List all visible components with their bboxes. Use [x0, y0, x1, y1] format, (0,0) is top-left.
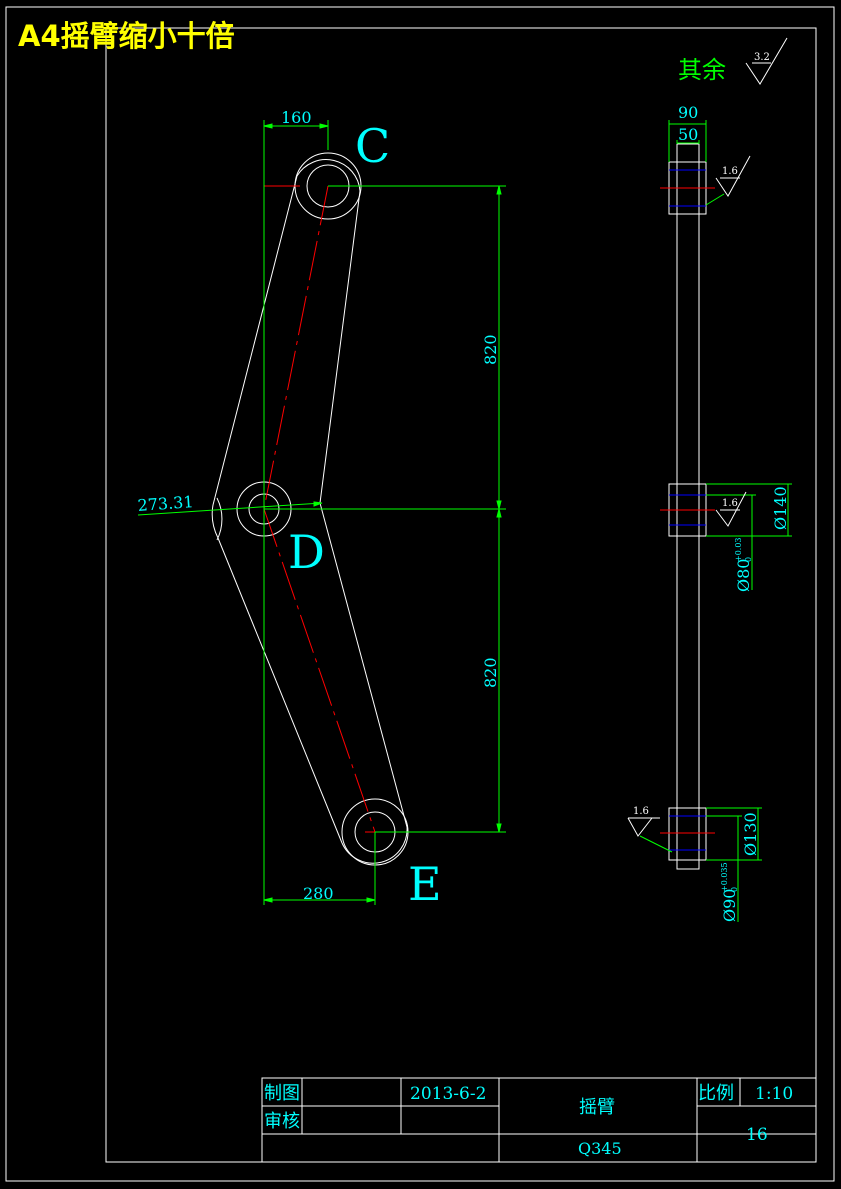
- dim-fit-90-tol-upper: +0.035: [720, 862, 729, 892]
- title-sheet-number: 16: [746, 1125, 768, 1145]
- dim-dia-130: Ø130: [741, 812, 760, 856]
- side-view-hidden-lines: [660, 169, 715, 851]
- title-scale-label: 比例: [698, 1083, 734, 1104]
- dim-dia-140: Ø140: [771, 486, 790, 530]
- title-part-name: 摇臂: [579, 1097, 615, 1118]
- title-material: Q345: [578, 1139, 622, 1158]
- dimension-lines: [137, 120, 506, 905]
- roughness-middle-value: 1.6: [722, 498, 738, 509]
- roughness-bottom-value: 1.6: [633, 806, 649, 817]
- title-scale-value: 1:10: [755, 1084, 793, 1104]
- point-label-c: C: [355, 119, 390, 173]
- dim-fit-80-tol-upper: +0.03: [734, 537, 743, 562]
- dim-fit-80-tol-lower: 0: [744, 557, 753, 562]
- dim-thickness-outer: 90: [678, 103, 698, 122]
- dim-fit-90-tol-lower: 0: [730, 887, 739, 892]
- dim-fit-80-group: Ø80 +0.03 0: [734, 537, 753, 592]
- outer-border: [5, 6, 835, 1182]
- inner-border: [105, 27, 817, 1163]
- roughness-general-value: 3.2: [754, 52, 770, 63]
- dim-fit-90: Ø90: [720, 889, 739, 922]
- point-label-d: D: [288, 525, 325, 579]
- title-date: 2013-6-2: [410, 1084, 486, 1104]
- roughness-symbol-general: 3.2: [745, 37, 788, 85]
- dim-angle-offset: 273.31: [137, 492, 194, 515]
- dim-top-width: 160: [281, 108, 312, 127]
- dim-bottom-width: 280: [303, 884, 334, 903]
- point-label-e: E: [408, 857, 442, 911]
- drawing-sheet: A4摇臂缩小十倍 其余 3.2 C D E 160 280 273.31 820…: [5, 6, 835, 1182]
- surface-note-label: 其余: [678, 56, 726, 84]
- roughness-mark-bottom: 1.6: [627, 806, 673, 853]
- dim-upper-length: 820: [481, 334, 500, 365]
- roughness-mark-top: 1.6: [705, 155, 751, 206]
- roughness-top-value: 1.6: [722, 166, 738, 177]
- dim-thickness-inner: 50: [678, 125, 698, 144]
- title-check-label: 审核: [264, 1111, 300, 1132]
- side-view: [668, 143, 707, 870]
- sheet-title: A4摇臂缩小十倍: [18, 19, 235, 53]
- title-drawn-label: 制图: [264, 1083, 300, 1104]
- roughness-mark-middle: 1.6: [715, 491, 747, 527]
- dim-fit-90-group: Ø90 +0.035 0: [720, 862, 739, 922]
- dim-lower-length: 820: [481, 657, 500, 688]
- dim-fit-80: Ø80: [734, 559, 753, 592]
